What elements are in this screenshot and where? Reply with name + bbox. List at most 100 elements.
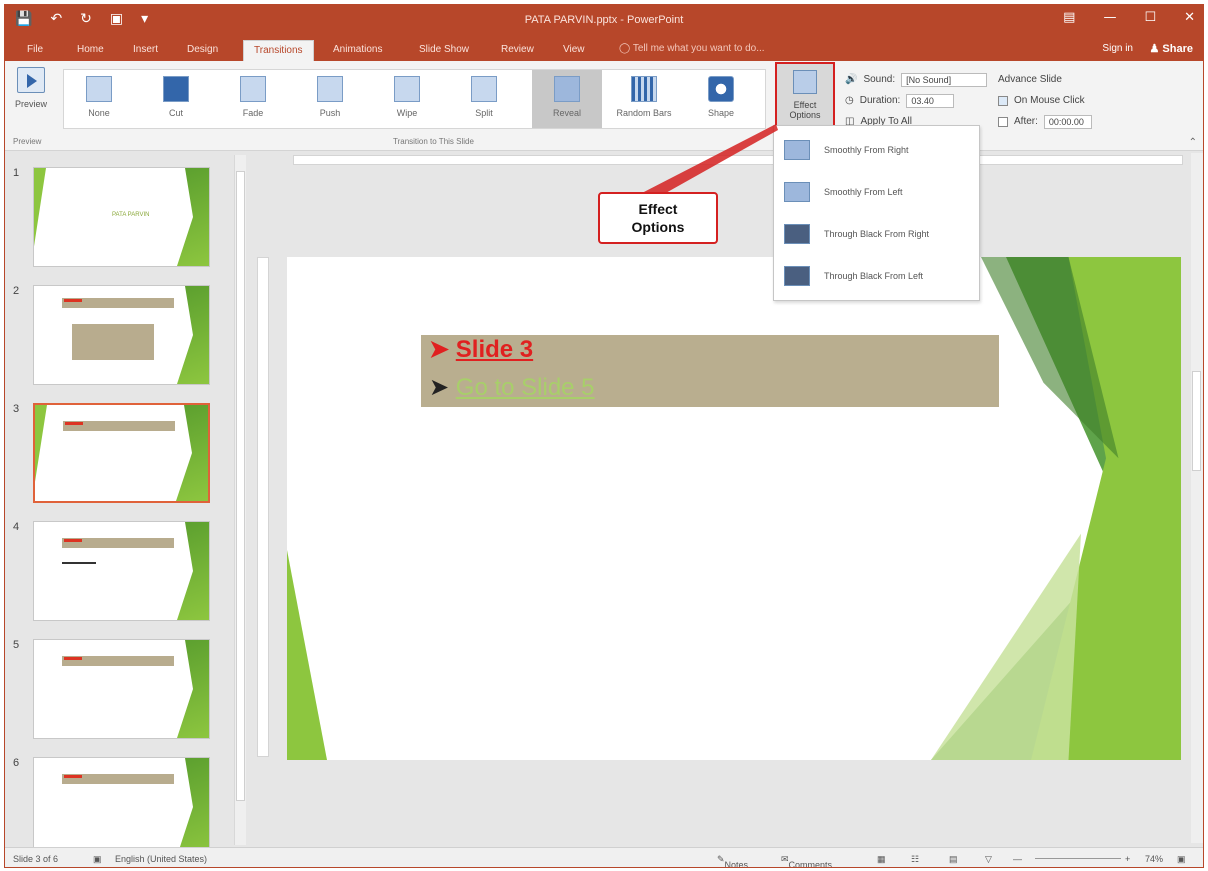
preview-icon	[17, 67, 45, 93]
sound-label: Sound:	[863, 74, 896, 85]
black-left-icon	[784, 266, 810, 286]
on-mouse-click-checkbox[interactable]	[998, 95, 1008, 106]
person-icon: ♟	[1149, 43, 1160, 55]
effect-options-menu: Smoothly From Right Smoothly From Left T…	[773, 125, 980, 301]
zoom-slider[interactable]	[1035, 858, 1121, 859]
tab-animations[interactable]: Animations	[323, 40, 392, 61]
bullet-go-to-slide[interactable]: ➤ Go to Slide 5	[429, 373, 595, 402]
duration-input[interactable]: 03.40	[906, 93, 955, 108]
after-row: After: 00:00.00	[998, 111, 1092, 132]
editor-scrollbar[interactable]	[1191, 153, 1203, 843]
hyperlink-text[interactable]: Go to Slide 5	[456, 374, 595, 401]
thumb-number: 2	[13, 285, 20, 297]
tab-home[interactable]: Home	[67, 40, 114, 61]
thumb-number: 3	[13, 403, 20, 415]
content-placeholder[interactable]: ➤ Slide 3 ➤ Go to Slide 5	[421, 335, 999, 407]
transition-random-bars[interactable]: Random Bars	[609, 70, 679, 128]
transition-wipe[interactable]: Wipe	[372, 70, 442, 128]
shape-icon	[708, 76, 734, 102]
transition-cut[interactable]: Cut	[141, 70, 211, 128]
option-through-black-left[interactable]: Through Black From Left	[774, 256, 979, 296]
transition-push[interactable]: Push	[295, 70, 365, 128]
tab-transitions[interactable]: Transitions	[243, 40, 314, 61]
tell-me-search[interactable]: ◯ Tell me what you want to do...	[619, 43, 765, 54]
after-checkbox[interactable]	[998, 116, 1008, 127]
language[interactable]: English (United States)	[115, 854, 207, 864]
transition-group-label: Transition to This Slide	[393, 137, 474, 146]
reading-view-icon[interactable]: ▤	[949, 854, 958, 865]
effect-options-button[interactable]: Effect Options	[775, 62, 835, 134]
transition-label: Random Bars	[616, 108, 672, 118]
ribbon: Preview None Cut Fade Push Wipe Split Re…	[5, 61, 1203, 151]
thumbnail-scrollbar[interactable]	[234, 155, 246, 845]
transition-fade[interactable]: Fade	[218, 70, 288, 128]
smooth-right-icon	[784, 140, 810, 160]
thumb-number: 1	[13, 167, 20, 179]
transition-split[interactable]: Split	[449, 70, 519, 128]
slide-thumbnail-1[interactable]: PATA PARVIN	[33, 167, 210, 267]
slide-thumbnail-6[interactable]	[33, 757, 210, 857]
timing-group: 🔊 Sound: [No Sound] ◷ Duration: 03.40 ◫ …	[845, 69, 988, 132]
transition-label: None	[88, 108, 110, 118]
slide-thumbnail-4[interactable]	[33, 521, 210, 621]
collapse-ribbon-icon[interactable]: ⌃	[1189, 137, 1197, 148]
hyperlink-text[interactable]: Slide 3	[456, 336, 533, 363]
bullet-slide-3[interactable]: ➤ Slide 3	[429, 335, 533, 364]
wipe-icon	[394, 76, 420, 102]
scroll-thumb[interactable]	[236, 171, 245, 801]
minimize-icon[interactable]: —	[1103, 10, 1116, 25]
share-button[interactable]: ♟ Share	[1149, 42, 1193, 55]
slideshow-icon[interactable]: ▽	[985, 854, 992, 865]
ribbon-display-icon[interactable]: ▤	[1063, 10, 1075, 25]
callout-line: Options	[631, 219, 685, 235]
option-label: Smoothly From Right	[824, 145, 909, 155]
zoom-level[interactable]: 74%	[1145, 854, 1163, 864]
sign-in-link[interactable]: Sign in	[1102, 43, 1133, 54]
close-icon[interactable]: ✕	[1184, 10, 1195, 25]
tab-design[interactable]: Design	[177, 40, 228, 61]
tab-file[interactable]: File	[17, 40, 53, 61]
normal-view-icon[interactable]: ▦	[877, 854, 886, 865]
scroll-thumb[interactable]	[1192, 371, 1201, 471]
tab-view[interactable]: View	[553, 40, 595, 61]
clock-icon: ◷	[845, 95, 854, 106]
on-mouse-click-row: On Mouse Click	[998, 90, 1092, 111]
fit-slide-icon[interactable]: ▣	[1177, 854, 1186, 865]
option-smoothly-from-right[interactable]: Smoothly From Right	[774, 130, 979, 170]
option-label: Through Black From Left	[824, 271, 924, 281]
tab-review[interactable]: Review	[491, 40, 544, 61]
sound-select[interactable]: [No Sound]	[901, 72, 988, 87]
notes-button[interactable]: ✎ Notes	[717, 854, 748, 867]
option-smoothly-from-left[interactable]: Smoothly From Left	[774, 172, 979, 212]
slide-thumbnail-5[interactable]	[33, 639, 210, 739]
slide-thumbnail-2[interactable]	[33, 285, 210, 385]
spell-check-icon[interactable]: ▣	[93, 854, 102, 865]
notes-label: Notes	[724, 860, 749, 868]
slide-bar	[63, 421, 175, 431]
effect-options-label: Effect Options	[789, 100, 821, 120]
slide-canvas[interactable]: ➤ Slide 3 ➤ Go to Slide 5	[287, 257, 1181, 760]
transition-none[interactable]: None	[64, 70, 134, 128]
slide-count: Slide 3 of 6	[13, 854, 59, 864]
thumb-number: 5	[13, 639, 20, 651]
option-label: Smoothly From Left	[824, 187, 903, 197]
maximize-icon[interactable]: ☐	[1144, 10, 1156, 25]
option-through-black-right[interactable]: Through Black From Right	[774, 214, 979, 254]
split-icon	[471, 76, 497, 102]
tab-slide-show[interactable]: Slide Show	[409, 40, 479, 61]
comments-button[interactable]: ✉ Comments	[781, 854, 832, 867]
tab-insert[interactable]: Insert	[123, 40, 168, 61]
slide-sorter-icon[interactable]: ☷	[911, 854, 919, 865]
zoom-in-icon[interactable]: +	[1125, 854, 1130, 864]
after-input[interactable]: 00:00.00	[1043, 114, 1092, 129]
powerpoint-window: 💾 ↶ ↻ ▣ ▾ PATA PARVIN.pptx - PowerPoint …	[4, 4, 1204, 868]
slide-decoration-right	[931, 257, 1181, 760]
slide-line	[62, 562, 96, 564]
zoom-out-icon[interactable]: —	[1013, 854, 1022, 864]
slide-decoration	[176, 405, 208, 501]
slide-thumbnail-3[interactable]	[33, 403, 210, 503]
smooth-left-icon	[784, 182, 810, 202]
preview-button[interactable]: Preview	[9, 67, 53, 109]
transition-shape[interactable]: Shape	[686, 70, 756, 128]
transition-reveal[interactable]: Reveal	[532, 70, 602, 128]
